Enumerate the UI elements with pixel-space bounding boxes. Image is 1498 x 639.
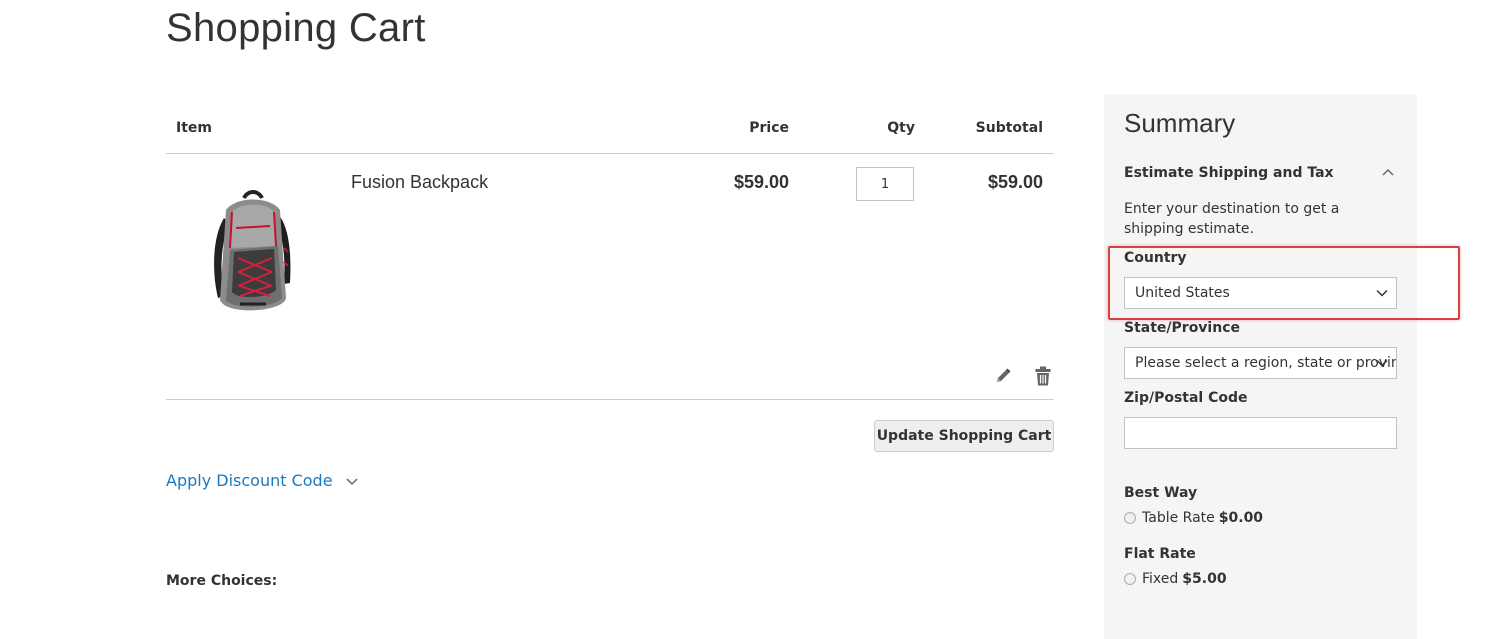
more-choices-heading: More Choices: — [166, 573, 278, 589]
pencil-icon[interactable] — [994, 367, 1012, 385]
chevron-down-icon — [1376, 359, 1388, 367]
state-label: State/Province — [1124, 320, 1240, 336]
state-placeholder: Please select a region, state or provinc… — [1135, 355, 1397, 371]
page-title: Shopping Cart — [166, 6, 426, 50]
radio-button[interactable] — [1124, 512, 1136, 524]
table-divider — [166, 153, 1054, 154]
discount-label: Apply Discount Code — [166, 471, 333, 490]
country-select[interactable]: United States — [1124, 277, 1397, 309]
column-header-qty: Qty — [887, 120, 915, 136]
shipping-amount: $5.00 — [1182, 571, 1227, 587]
update-cart-button[interactable]: Update Shopping Cart — [874, 420, 1054, 452]
backpack-image[interactable] — [196, 188, 306, 323]
shipping-amount: $0.00 — [1218, 510, 1264, 526]
trash-icon[interactable] — [1035, 366, 1051, 386]
country-value: United States — [1135, 285, 1230, 301]
shipping-option-fixed[interactable]: Fixed $5.00 — [1124, 571, 1227, 587]
product-name[interactable]: Fusion Backpack — [351, 172, 488, 193]
zip-input[interactable] — [1124, 417, 1397, 449]
order-summary: Summary Estimate Shipping and Tax Enter … — [1104, 94, 1417, 639]
zip-label: Zip/Postal Code — [1124, 390, 1248, 406]
column-header-price: Price — [749, 120, 789, 136]
shipping-method-label: Fixed — [1142, 571, 1179, 587]
state-select[interactable]: Please select a region, state or provinc… — [1124, 347, 1397, 379]
estimate-description: Enter your destination to get a shipping… — [1124, 201, 1340, 237]
item-subtotal: $59.00 — [987, 172, 1043, 192]
summary-title: Summary — [1124, 108, 1236, 138]
estimate-shipping-toggle[interactable]: Estimate Shipping and Tax — [1124, 165, 1334, 181]
quantity-input[interactable] — [856, 167, 914, 201]
shipping-option-table-rate[interactable]: Table Rate $0.00 — [1124, 510, 1263, 526]
table-divider — [166, 399, 1054, 400]
chevron-up-icon[interactable] — [1381, 168, 1395, 177]
chevron-down-icon — [346, 477, 358, 485]
country-label: Country — [1124, 250, 1187, 266]
shipping-method-label: Table Rate — [1142, 510, 1215, 526]
item-price: $59.00 — [733, 172, 789, 192]
radio-button[interactable] — [1124, 573, 1136, 585]
column-header-subtotal: Subtotal — [975, 120, 1043, 136]
column-header-item: Item — [176, 120, 212, 136]
carrier-title-best-way: Best Way — [1124, 485, 1198, 501]
chevron-down-icon — [1376, 289, 1388, 297]
carrier-title-flat-rate: Flat Rate — [1124, 546, 1196, 562]
apply-discount-toggle[interactable]: Apply Discount Code — [166, 471, 359, 490]
